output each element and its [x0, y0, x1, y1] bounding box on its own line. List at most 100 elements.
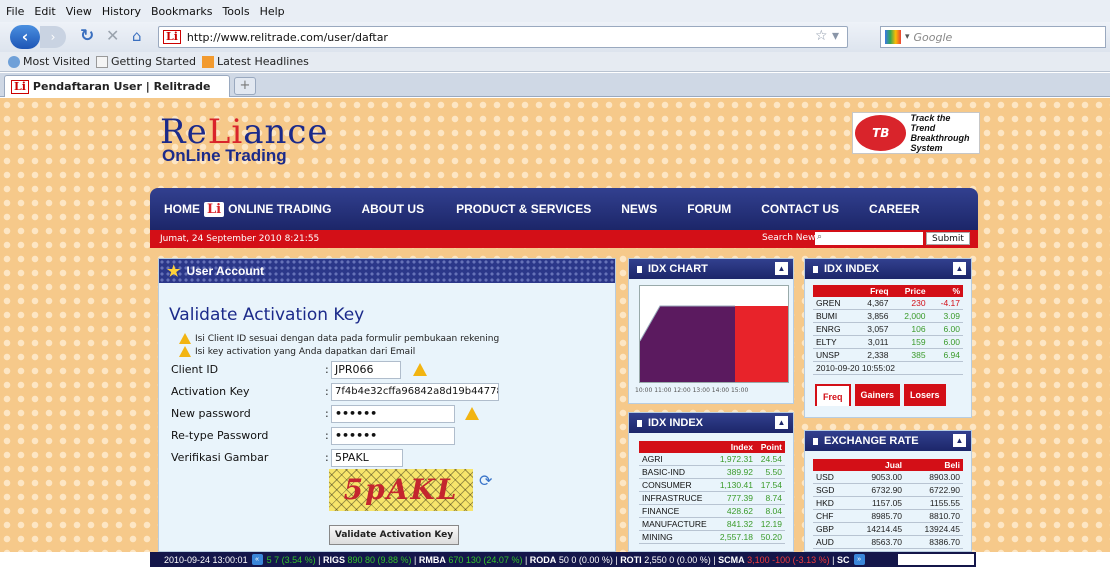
ttb-line-3: System: [910, 143, 943, 153]
tab-gainers[interactable]: Gainers: [854, 384, 901, 406]
nav-forum[interactable]: FORUM: [687, 202, 731, 216]
url-bar[interactable]: Li http://www.relitrade.com/user/daftar …: [158, 26, 848, 48]
idx-chart-plot: [639, 285, 789, 383]
header-bullet-icon: [637, 419, 642, 427]
bookmark-getting-started[interactable]: Getting Started: [95, 55, 196, 68]
menu-file[interactable]: File: [6, 5, 24, 18]
warning-icon: [179, 346, 191, 357]
bookmark-latest-headlines[interactable]: Latest Headlines: [202, 55, 309, 68]
collapse-arrow-icon[interactable]: ▲: [953, 434, 966, 447]
activation-key-colon: :: [325, 385, 329, 398]
tab-pendaftaran[interactable]: Li Pendaftaran User | Relitrade: [4, 75, 230, 97]
page-title: Validate Activation Key: [169, 305, 365, 325]
track-the-trend-banner[interactable]: TB Track the Trend Breakthrough System: [852, 112, 980, 154]
search-placeholder[interactable]: Google: [914, 31, 953, 44]
nav-online-trading[interactable]: ONLINE TRADING: [228, 202, 331, 216]
stop-icon[interactable]: ✕: [106, 26, 119, 45]
table-row: AGRI 1,972.31 24.54: [639, 453, 785, 466]
nav-product-services[interactable]: PRODUCT & SERVICES: [456, 202, 591, 216]
back-button[interactable]: ‹: [10, 25, 40, 49]
table-row: INFRASTRUCE 777.39 8.74: [639, 491, 785, 505]
table-row: MINING 2,557.18 50.20: [639, 530, 785, 544]
forward-button[interactable]: ›: [40, 26, 66, 48]
submit-button[interactable]: Submit: [926, 232, 970, 245]
home-icon[interactable]: ⌂: [132, 27, 142, 45]
ticker-item: 50 0 (0.00 %): [558, 554, 613, 565]
table-row: ELTY 3,011 159 6.00: [813, 335, 963, 349]
activation-key-label: Activation Key: [171, 385, 250, 398]
ticker-input[interactable]: [898, 554, 974, 565]
retype-password-label: Re-type Password: [171, 429, 269, 442]
refresh-captcha-icon[interactable]: ⟳: [479, 471, 492, 490]
nav-career[interactable]: CAREER: [869, 202, 920, 216]
table-row: UNSP 2,338 385 6.94: [813, 348, 963, 362]
bookmark-star-icon[interactable]: ☆ ▾: [815, 28, 839, 44]
client-id-input[interactable]: JPR066: [331, 361, 401, 379]
ticker-forward-icon[interactable]: »: [853, 554, 865, 565]
ticker-item: SCMA: [718, 554, 745, 565]
activation-key-input[interactable]: 7f4b4e32cffa96842a8d19b4477889: [331, 383, 499, 401]
ticker-item: 5 7 (3.54 %): [266, 554, 316, 565]
col-header-jual: Jual: [847, 459, 906, 471]
menu-bookmarks[interactable]: Bookmarks: [151, 5, 212, 18]
search-engine-dropdown-icon[interactable]: ▾: [905, 32, 910, 42]
new-password-input[interactable]: ••••••: [331, 405, 455, 423]
retype-password-input[interactable]: ••••••: [331, 427, 455, 445]
nav-contact-us[interactable]: CONTACT US: [761, 202, 839, 216]
navigation-toolbar: ‹ › ↻ ✕ ⌂ Li http://www.relitrade.com/us…: [0, 22, 1110, 52]
exchange-rate-table: Jual Beli USD 9053.00 8903.00 SGD 6732.90 67…: [813, 459, 963, 549]
ticker-item: RIGS: [322, 554, 345, 565]
verifikasi-colon: :: [325, 451, 329, 464]
idx-chart-header: IDX CHART ▲: [629, 259, 793, 279]
validate-activation-key-button[interactable]: Validate Activation Key: [329, 525, 459, 545]
verifikasi-input[interactable]: 5PAKL: [331, 449, 403, 467]
warning-icon: [179, 333, 191, 344]
menu-tools[interactable]: Tools: [222, 5, 249, 18]
nav-li-icon: Li: [204, 201, 225, 217]
menu-view[interactable]: View: [66, 5, 92, 18]
reload-icon[interactable]: ↻: [80, 26, 94, 46]
tab-strip: Li Pendaftaran User | Relitrade +: [0, 73, 1110, 97]
collapse-arrow-icon[interactable]: ▲: [775, 262, 788, 275]
new-password-label: New password: [171, 407, 251, 420]
search-news-input[interactable]: ⌕: [815, 232, 923, 245]
nav-about-us[interactable]: ABOUT US: [361, 202, 424, 216]
table-row: SGD 6732.90 6722.90: [813, 483, 963, 497]
user-account-panel: ★ User Account Validate Activation Key I…: [158, 258, 616, 552]
new-password-colon: :: [325, 407, 329, 420]
ticker-time: 2010-09-24 13:00:01: [164, 554, 248, 565]
col-header-point: Point: [755, 441, 785, 453]
ticker-item: 670 130 (24.07 %): [448, 554, 523, 565]
main-navigation: HOME Li ONLINE TRADING ABOUT US PRODUCT …: [150, 188, 978, 230]
nav-news[interactable]: NEWS: [621, 202, 657, 216]
menu-history[interactable]: History: [102, 5, 141, 18]
collapse-arrow-icon[interactable]: ▲: [953, 262, 966, 275]
ticker-item: RODA: [529, 554, 557, 565]
tab-freq[interactable]: Freq: [815, 384, 851, 406]
collapse-arrow-icon[interactable]: ▲: [775, 416, 788, 429]
new-tab-button[interactable]: +: [234, 77, 256, 95]
menu-edit[interactable]: Edit: [34, 5, 55, 18]
client-id-label: Client ID: [171, 363, 219, 376]
header-bullet-icon: [637, 265, 642, 273]
chart-red-block: [735, 306, 788, 382]
table-row: CHF 8985.70 8810.70: [813, 509, 963, 523]
col-header-freq: Freq: [854, 285, 892, 297]
table-row: FINANCE 428.62 8.04: [639, 504, 785, 518]
col-header-price: Price: [891, 285, 929, 297]
chart-area: [640, 306, 735, 382]
header-bullet-icon: [813, 437, 818, 445]
search-box[interactable]: ▾ Google: [880, 26, 1106, 48]
menu-help[interactable]: Help: [260, 5, 285, 18]
captcha-image: 5pAKL: [329, 469, 473, 511]
idx-index-stock-widget: IDX INDEX ▲ Freq Price % GREN 4,367 230 -4.…: [804, 258, 972, 418]
idx-index-stock-header: IDX INDEX ▲: [805, 259, 971, 279]
bookmark-most-visited[interactable]: Most Visited: [8, 55, 90, 68]
current-date: Jumat, 24 September 2010 8:21:55: [160, 234, 320, 244]
tab-losers[interactable]: Losers: [904, 384, 946, 406]
url-text[interactable]: http://www.relitrade.com/user/daftar: [187, 31, 388, 44]
nav-home[interactable]: HOME: [164, 202, 200, 216]
ticker-rewind-icon[interactable]: «: [251, 554, 263, 565]
col-header-beli: Beli: [905, 459, 963, 471]
google-icon[interactable]: [885, 30, 901, 44]
